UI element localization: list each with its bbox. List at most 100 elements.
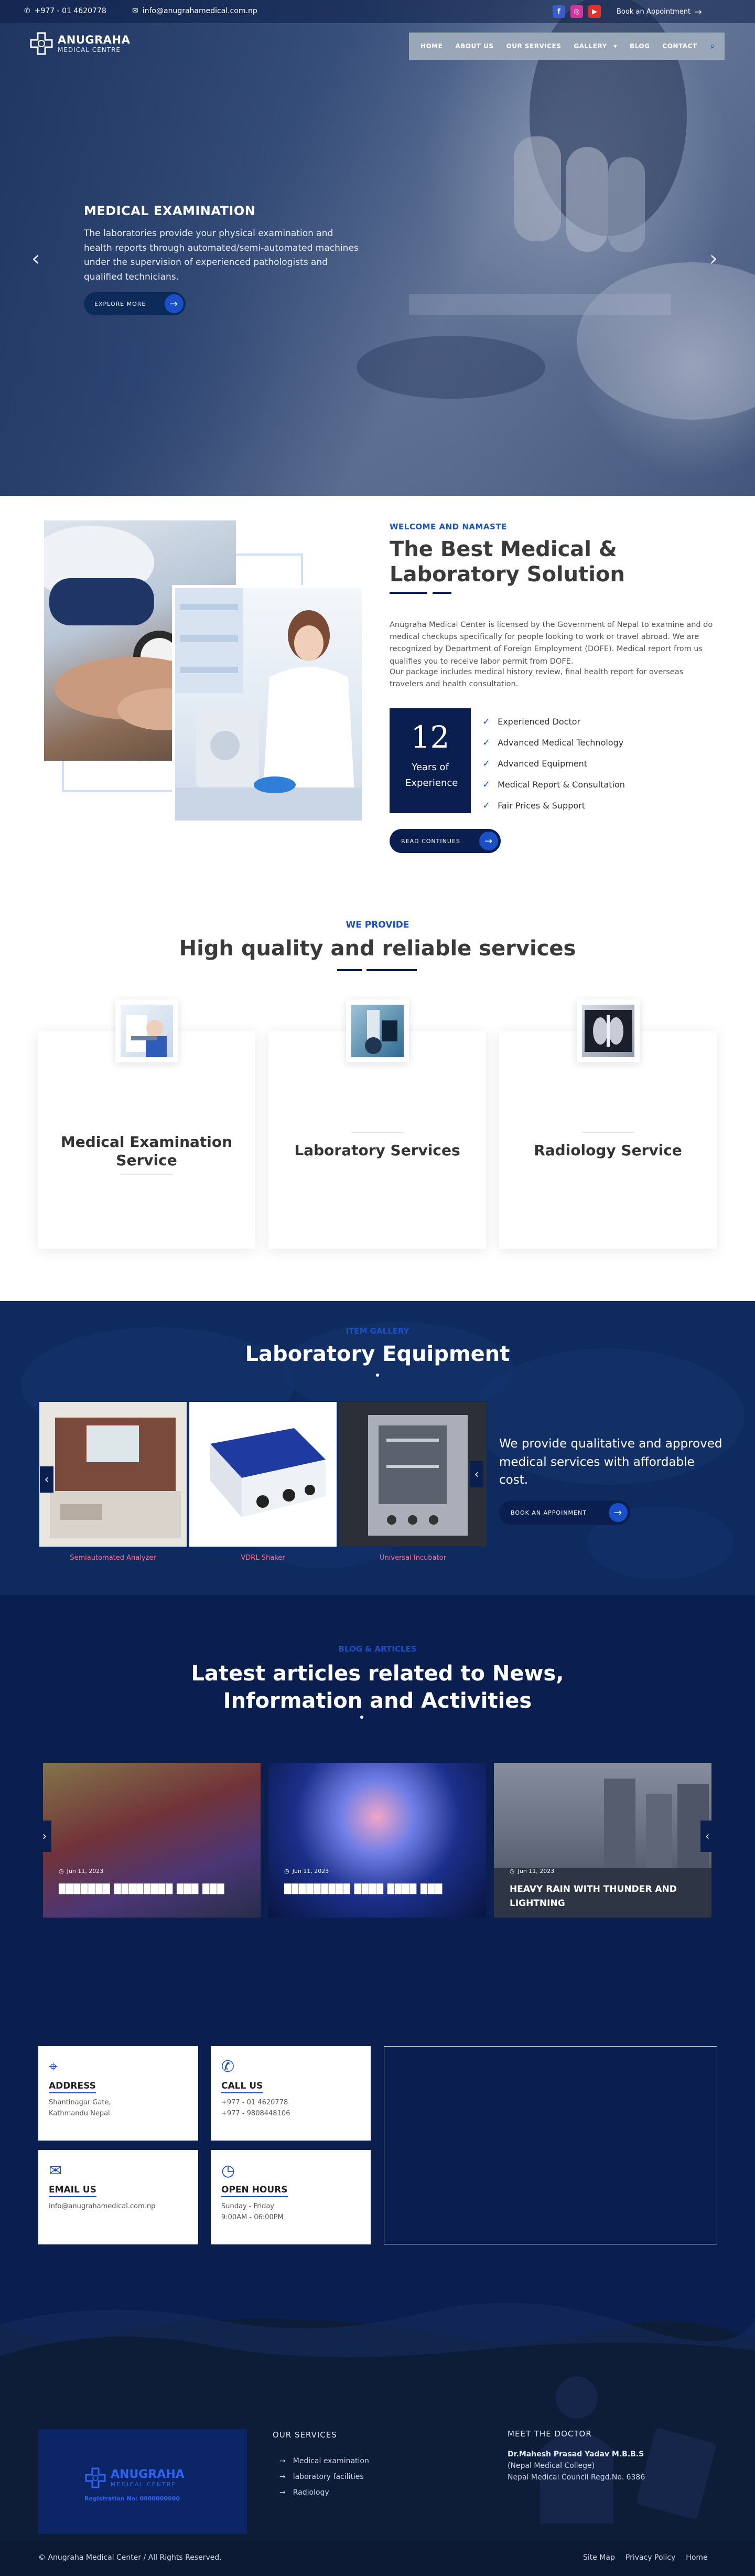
footer-service-link[interactable]: → Radiology <box>279 2485 369 2500</box>
doctor-college: (Nepal Medical College) <box>508 2462 595 2470</box>
brand-logo[interactable]: ANUGRAHA MEDICAL CENTRE <box>29 31 130 56</box>
top-email[interactable]: ✉ info@anugrahamedical.com.np <box>132 7 257 15</box>
feature-label: Medical Report & Consultation <box>498 779 625 790</box>
feature-item: ✓ Advanced Equipment <box>482 753 625 774</box>
footer-service-link[interactable]: → Medical examination <box>279 2453 369 2469</box>
nav-home[interactable]: HOME <box>414 42 449 50</box>
nav-contact[interactable]: CONTACT <box>656 42 703 50</box>
blog-prev-icon[interactable]: › <box>38 1821 51 1852</box>
email-line[interactable]: info@anugrahamedical.com.np <box>49 2201 188 2212</box>
feature-item: ✓ Medical Report & Consultation <box>482 774 625 795</box>
address-line1: Shantinagar Gate, <box>49 2099 111 2106</box>
arrow-right-icon: → <box>279 2488 286 2497</box>
post-date-text: Jun 11, 2023 <box>292 1868 329 1875</box>
privacy-policy-link[interactable]: Privacy Policy <box>625 2553 675 2562</box>
clock-icon: ◷ <box>221 2162 235 2180</box>
contact-section: ⌖ ADDRESS Shantinagar Gate, Kathmandu Ne… <box>0 2046 755 2282</box>
check-icon: ✓ <box>482 779 491 790</box>
blog-kicker: BLOG & ARTICLES <box>338 1644 417 1654</box>
main-nav: HOME ABOUT US OUR SERVICES GALLERY ▾ BLO… <box>409 33 725 60</box>
gallery-item[interactable] <box>38 1401 188 1548</box>
service-divider <box>120 1174 173 1175</box>
footer-doctor-title: MEET THE DOCTOR <box>508 2429 592 2439</box>
gallery-caption: Universal Incubator <box>380 1554 446 1562</box>
post-date-text: Jun 11, 2023 <box>67 1868 104 1875</box>
hours-line1: Sunday - Friday <box>221 2202 274 2210</box>
slider-prev-icon[interactable]: ‹ <box>31 247 40 271</box>
read-continues-label: READ CONTINUES <box>401 837 460 845</box>
blog-post-card[interactable]: ◷ Jun 11, 2023 █████████ ████ ████ ███ <box>268 1763 486 1918</box>
nav-gallery-label: GALLERY <box>574 42 607 50</box>
hero-explore-button[interactable]: EXPLORE MORE → <box>84 292 186 315</box>
feature-label: Advanced Medical Technology <box>498 737 624 748</box>
slider-next-icon[interactable]: › <box>709 247 718 271</box>
nav-gallery[interactable]: GALLERY ▾ <box>567 42 623 50</box>
youtube-icon[interactable]: ▶ <box>588 5 601 18</box>
feature-item: ✓ Advanced Medical Technology <box>482 732 625 753</box>
call-line1[interactable]: +977 - 01 4620778 <box>221 2098 360 2109</box>
facebook-icon[interactable]: f <box>553 5 565 18</box>
doctor-name: Dr.Mahesh Prasad Yadav M.B.B.S <box>508 2450 644 2458</box>
title-underline-short <box>433 592 451 594</box>
top-email-text: info@anugrahamedical.com.np <box>142 7 257 15</box>
footer-service-label: laboratory facilities <box>293 2473 364 2481</box>
footer-brand-box: ANUGRAHA MEDICAL CENTRE Registration No:… <box>38 2429 247 2534</box>
brand-sub: MEDICAL CENTRE <box>58 46 121 54</box>
about-title-line2: Laboratory Solution <box>390 562 625 587</box>
blog-title-line1: Latest articles related to News, <box>191 1662 564 1686</box>
search-icon[interactable]: ⌕ <box>710 41 715 51</box>
home-link[interactable]: Home <box>686 2553 707 2562</box>
incubator-image <box>339 1402 487 1547</box>
hours-card: ◷ OPEN HOURS Sunday - Friday 9:00AM - 06… <box>211 2150 371 2244</box>
service-card-medical[interactable]: Medical Examination Service <box>38 999 255 1249</box>
blog-post-card[interactable]: ◷ Jun 11, 2023 ███████ ████████ ███ ███ <box>43 1763 261 1918</box>
top-appointment-link[interactable]: Book an Appointment → <box>617 7 702 17</box>
blog-title: Latest articles related to News, Informa… <box>0 1660 755 1715</box>
title-underline <box>366 969 417 971</box>
footer-logo[interactable]: ANUGRAHA MEDICAL CENTRE <box>84 2467 185 2489</box>
mail-icon: ✉ <box>49 2162 62 2180</box>
post-date: ◷ Jun 11, 2023 <box>284 1868 329 1875</box>
service-title: Laboratory Services <box>294 1142 460 1159</box>
service-divider <box>581 1132 634 1133</box>
blog-section: BLOG & ARTICLES Latest articles related … <box>0 1595 755 2046</box>
footer-services-list: → Medical examination → laboratory facilit… <box>279 2453 369 2500</box>
book-appointment-label: BOOK AN APPOINMENT <box>511 1509 587 1516</box>
book-appointment-button[interactable]: BOOK AN APPOINMENT → <box>499 1500 630 1525</box>
nav-blog[interactable]: BLOG <box>623 42 656 50</box>
arrow-right-icon: → <box>165 294 184 313</box>
post-title: ███████ ████████ ███ ███ <box>59 1884 225 1894</box>
analyzer-image <box>39 1402 187 1547</box>
experience-box: 12 Years of Experience <box>390 708 471 813</box>
top-phone[interactable]: ✆ +977 - 01 4620778 <box>24 7 106 15</box>
about-kicker: WELCOME AND NAMASTE <box>390 522 507 531</box>
copyright-text: © Anugraha Medical Center / All Rights R… <box>38 2553 222 2562</box>
gallery-item[interactable] <box>338 1401 488 1548</box>
blog-post-card[interactable]: ◷ Jun 11, 2023 HEAVY RAIN WITH THUNDER AN… <box>494 1763 711 1918</box>
footer-services-title: OUR SERVICES <box>273 2430 337 2440</box>
gallery-section: ITEM GALLERY Laboratory Equipment Semiau… <box>0 1301 755 1595</box>
email-card: ✉ EMAIL US info@anugrahamedical.com.np <box>38 2150 198 2244</box>
instagram-icon[interactable]: ◎ <box>570 5 583 18</box>
gallery-prev-icon[interactable]: ‹ <box>40 1466 53 1493</box>
about-section: WELCOME AND NAMASTE The Best Medical & L… <box>0 496 755 879</box>
sitemap-link[interactable]: Site Map <box>583 2553 615 2562</box>
service-title-line2: Service <box>116 1152 177 1169</box>
blog-title-line2: Information and Activities <box>223 1689 532 1713</box>
read-continues-button[interactable]: READ CONTINUES → <box>390 829 501 853</box>
map-embed[interactable] <box>384 2046 717 2244</box>
blog-next-icon[interactable]: ‹ <box>700 1821 714 1852</box>
nav-about[interactable]: ABOUT US <box>449 42 500 50</box>
service-card-laboratory[interactable]: Laboratory Services <box>268 999 486 1249</box>
about-paragraph-2: Our package includes medical history rev… <box>390 668 684 689</box>
call-line2[interactable]: +977 - 9808448106 <box>221 2109 360 2120</box>
copyright-bar: © Anugraha Medical Center / All Rights R… <box>0 2542 755 2576</box>
gallery-item[interactable] <box>188 1401 338 1548</box>
about-title: The Best Medical & Laboratory Solution <box>390 537 625 587</box>
gallery-next-icon[interactable]: ‹ <box>470 1461 483 1487</box>
footer-service-link[interactable]: → laboratory facilities <box>279 2469 369 2485</box>
service-card-radiology[interactable]: Radiology Service <box>499 999 717 1249</box>
feature-list: ✓ Experienced Doctor ✓ Advanced Medical Te… <box>482 711 625 816</box>
arrow-right-icon: → <box>479 832 498 850</box>
nav-services[interactable]: OUR SERVICES <box>500 42 568 50</box>
